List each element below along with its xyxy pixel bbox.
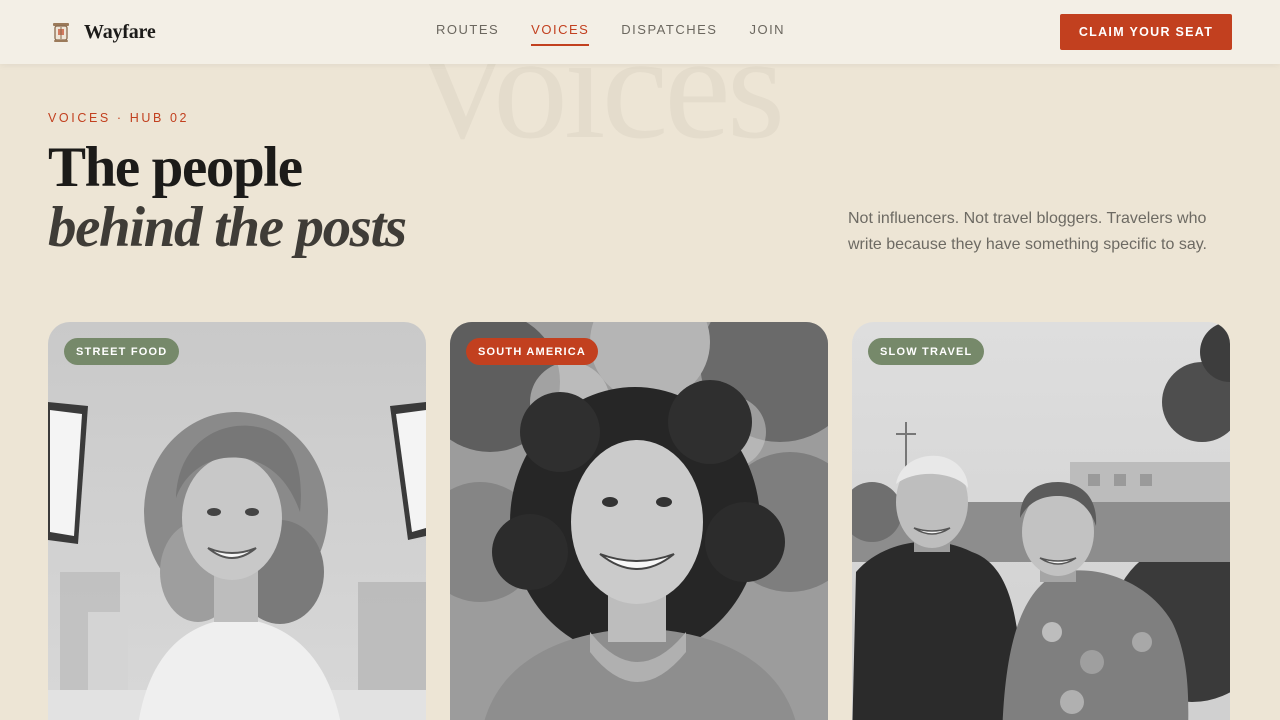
- card-tag-south-america: SOUTH AMERICA: [466, 338, 599, 365]
- page-title: The people behind the posts: [48, 136, 407, 259]
- main-nav: ROUTES VOICES DISPATCHES JOIN: [436, 22, 817, 46]
- nav-item-dispatches[interactable]: DISPATCHES: [621, 22, 717, 46]
- hero-description: Not influencers. Not travel bloggers. Tr…: [848, 210, 1207, 253]
- nav-item-join[interactable]: JOIN: [749, 22, 785, 46]
- nav-item-voices[interactable]: VOICES: [531, 22, 590, 46]
- portrait-couple-photo: [852, 322, 1230, 720]
- voice-card-south-america[interactable]: SOUTH AMERICA: [450, 322, 828, 720]
- claim-seat-button[interactable]: CLAIM YOUR SEAT: [1060, 14, 1232, 50]
- headline-line-1: The people: [48, 136, 303, 199]
- hero-eyebrow: VOICES · HUB 02: [48, 111, 190, 125]
- card-tag-street-food: STREET FOOD: [64, 338, 180, 365]
- voice-card-slow-travel[interactable]: SLOW TRAVEL: [852, 322, 1230, 720]
- voices-card-grid: STREET FOOD SOUTH AMERICA SLOW TRAVEL: [48, 322, 1232, 720]
- lantern-icon: [53, 23, 69, 42]
- brand-logo[interactable]: Wayfare: [50, 20, 156, 44]
- site-header: Wayfare ROUTES VOICES DISPATCHES JOIN CL…: [0, 0, 1280, 64]
- card-tag-slow-travel: SLOW TRAVEL: [868, 338, 985, 365]
- portrait-curly-woman-photo: [450, 322, 828, 720]
- brand-name: Wayfare: [84, 20, 156, 43]
- headline-line-2: behind the posts: [48, 196, 407, 259]
- nav-item-routes[interactable]: ROUTES: [436, 22, 499, 46]
- portrait-woman-photo: [48, 322, 426, 720]
- voice-card-street-food[interactable]: STREET FOOD: [48, 322, 426, 720]
